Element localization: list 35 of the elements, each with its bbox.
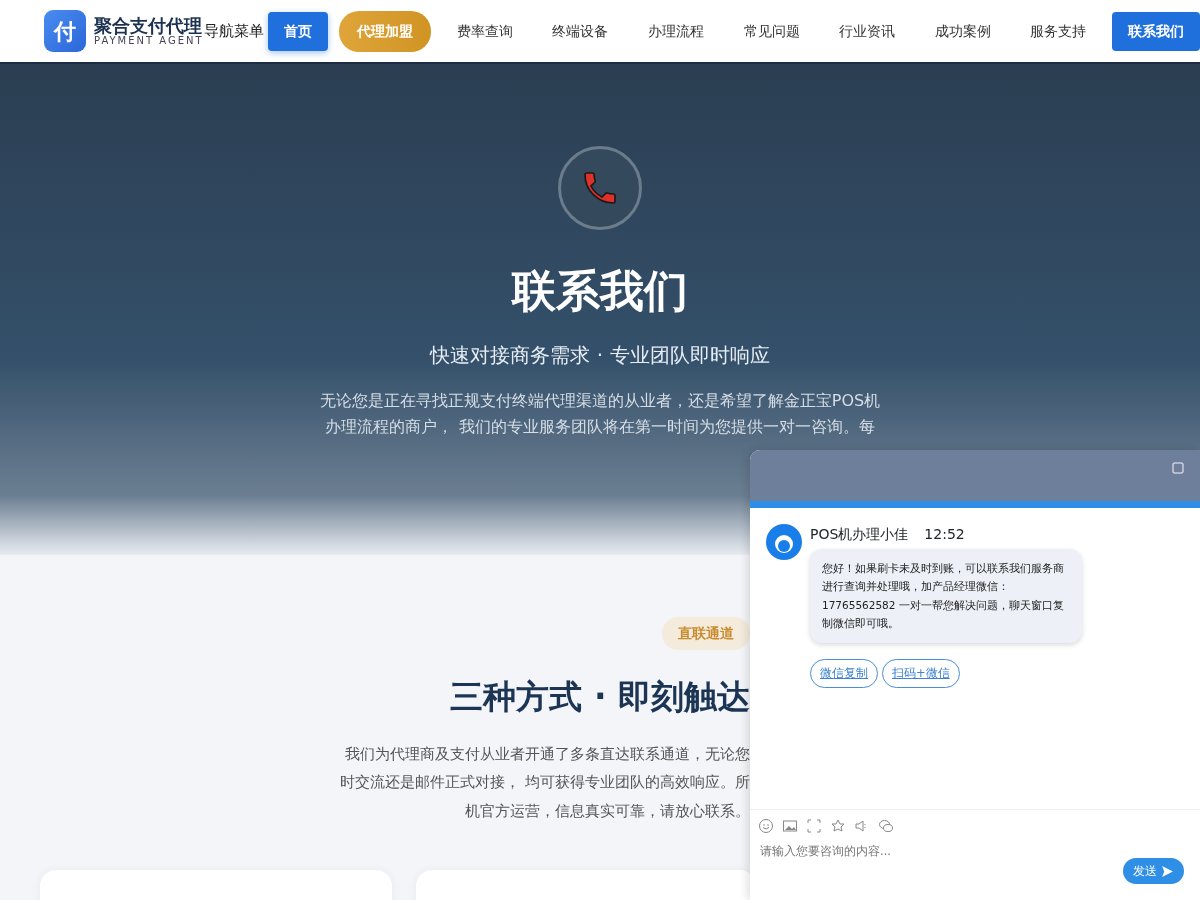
rating-icon[interactable] [830,818,846,834]
section-title: 三种方式 · 即刻触达 [450,676,750,718]
hero-text-line: 办理流程的商户， 我们的专业服务团队将在第一时间为您提供一对一咨询。每 [325,416,875,439]
message-time: 12:52 [924,525,965,544]
quick-reply-link[interactable]: 微信复制 [810,658,878,688]
agent-avatar [766,524,802,560]
nav-link[interactable]: 成功案例 [920,12,1005,50]
fullscreen-icon[interactable] [806,818,822,834]
section-text-line: 时交流还是邮件正式对接， 均可获得专业团队的高效响应。所 [340,772,750,793]
nav-link[interactable]: 常见问题 [729,12,814,50]
send-icon [1161,864,1174,878]
section-text-line: 我们为代理商及支付从业者开通了多条直达联系通道，无论您 [345,743,750,765]
section-tag: 直联通道 [662,617,750,650]
maximize-icon [1172,462,1184,474]
message-bubble: 您好！如果刷卡未及时到账，可以联系我们服务商进行查询并处理哦，加产品经理微信：17765562582 一对一帮您解决问题，聊天窗口复制微信即可哦。 [810,549,1082,643]
nav-link[interactable]: 办理流程 [634,12,718,50]
hero-text-line: 无论您是正在寻找正规支付终端代理渠道的从业者，还是希望了解金正宝POS机 [319,390,881,412]
nav-link[interactable]: 行业资讯 [825,12,910,50]
message-author: POS机办理小佳 [810,525,909,544]
nav-link[interactable]: 联系我们 [1111,11,1200,51]
nav-link[interactable]: 首页 [267,11,328,51]
brand-name: 聚合支付代理 [94,15,203,36]
image-icon[interactable] [782,818,798,834]
hero-title: 联系我们 [512,264,688,318]
logo: 付 [44,10,86,52]
chat-bubbles-icon[interactable] [878,818,894,834]
quick-reply-link[interactable]: 扫码+微信 [882,658,960,688]
nav-link[interactable]: 费率查询 [442,12,527,50]
nav-link[interactable]: 服务支持 [1016,12,1101,50]
nav-link[interactable]: 终端设备 [538,12,623,50]
nav-label: 导航菜单 [203,20,264,42]
emoji-icon[interactable] [758,818,774,834]
section-text-line: 机官方运营，信息真实可靠，请放心联系。 [465,800,750,822]
hero-subtitle: 快速对接商务需求 · 专业团队即时响应 [430,342,770,369]
brand-tagline: PAYMENT AGENT [94,35,204,47]
